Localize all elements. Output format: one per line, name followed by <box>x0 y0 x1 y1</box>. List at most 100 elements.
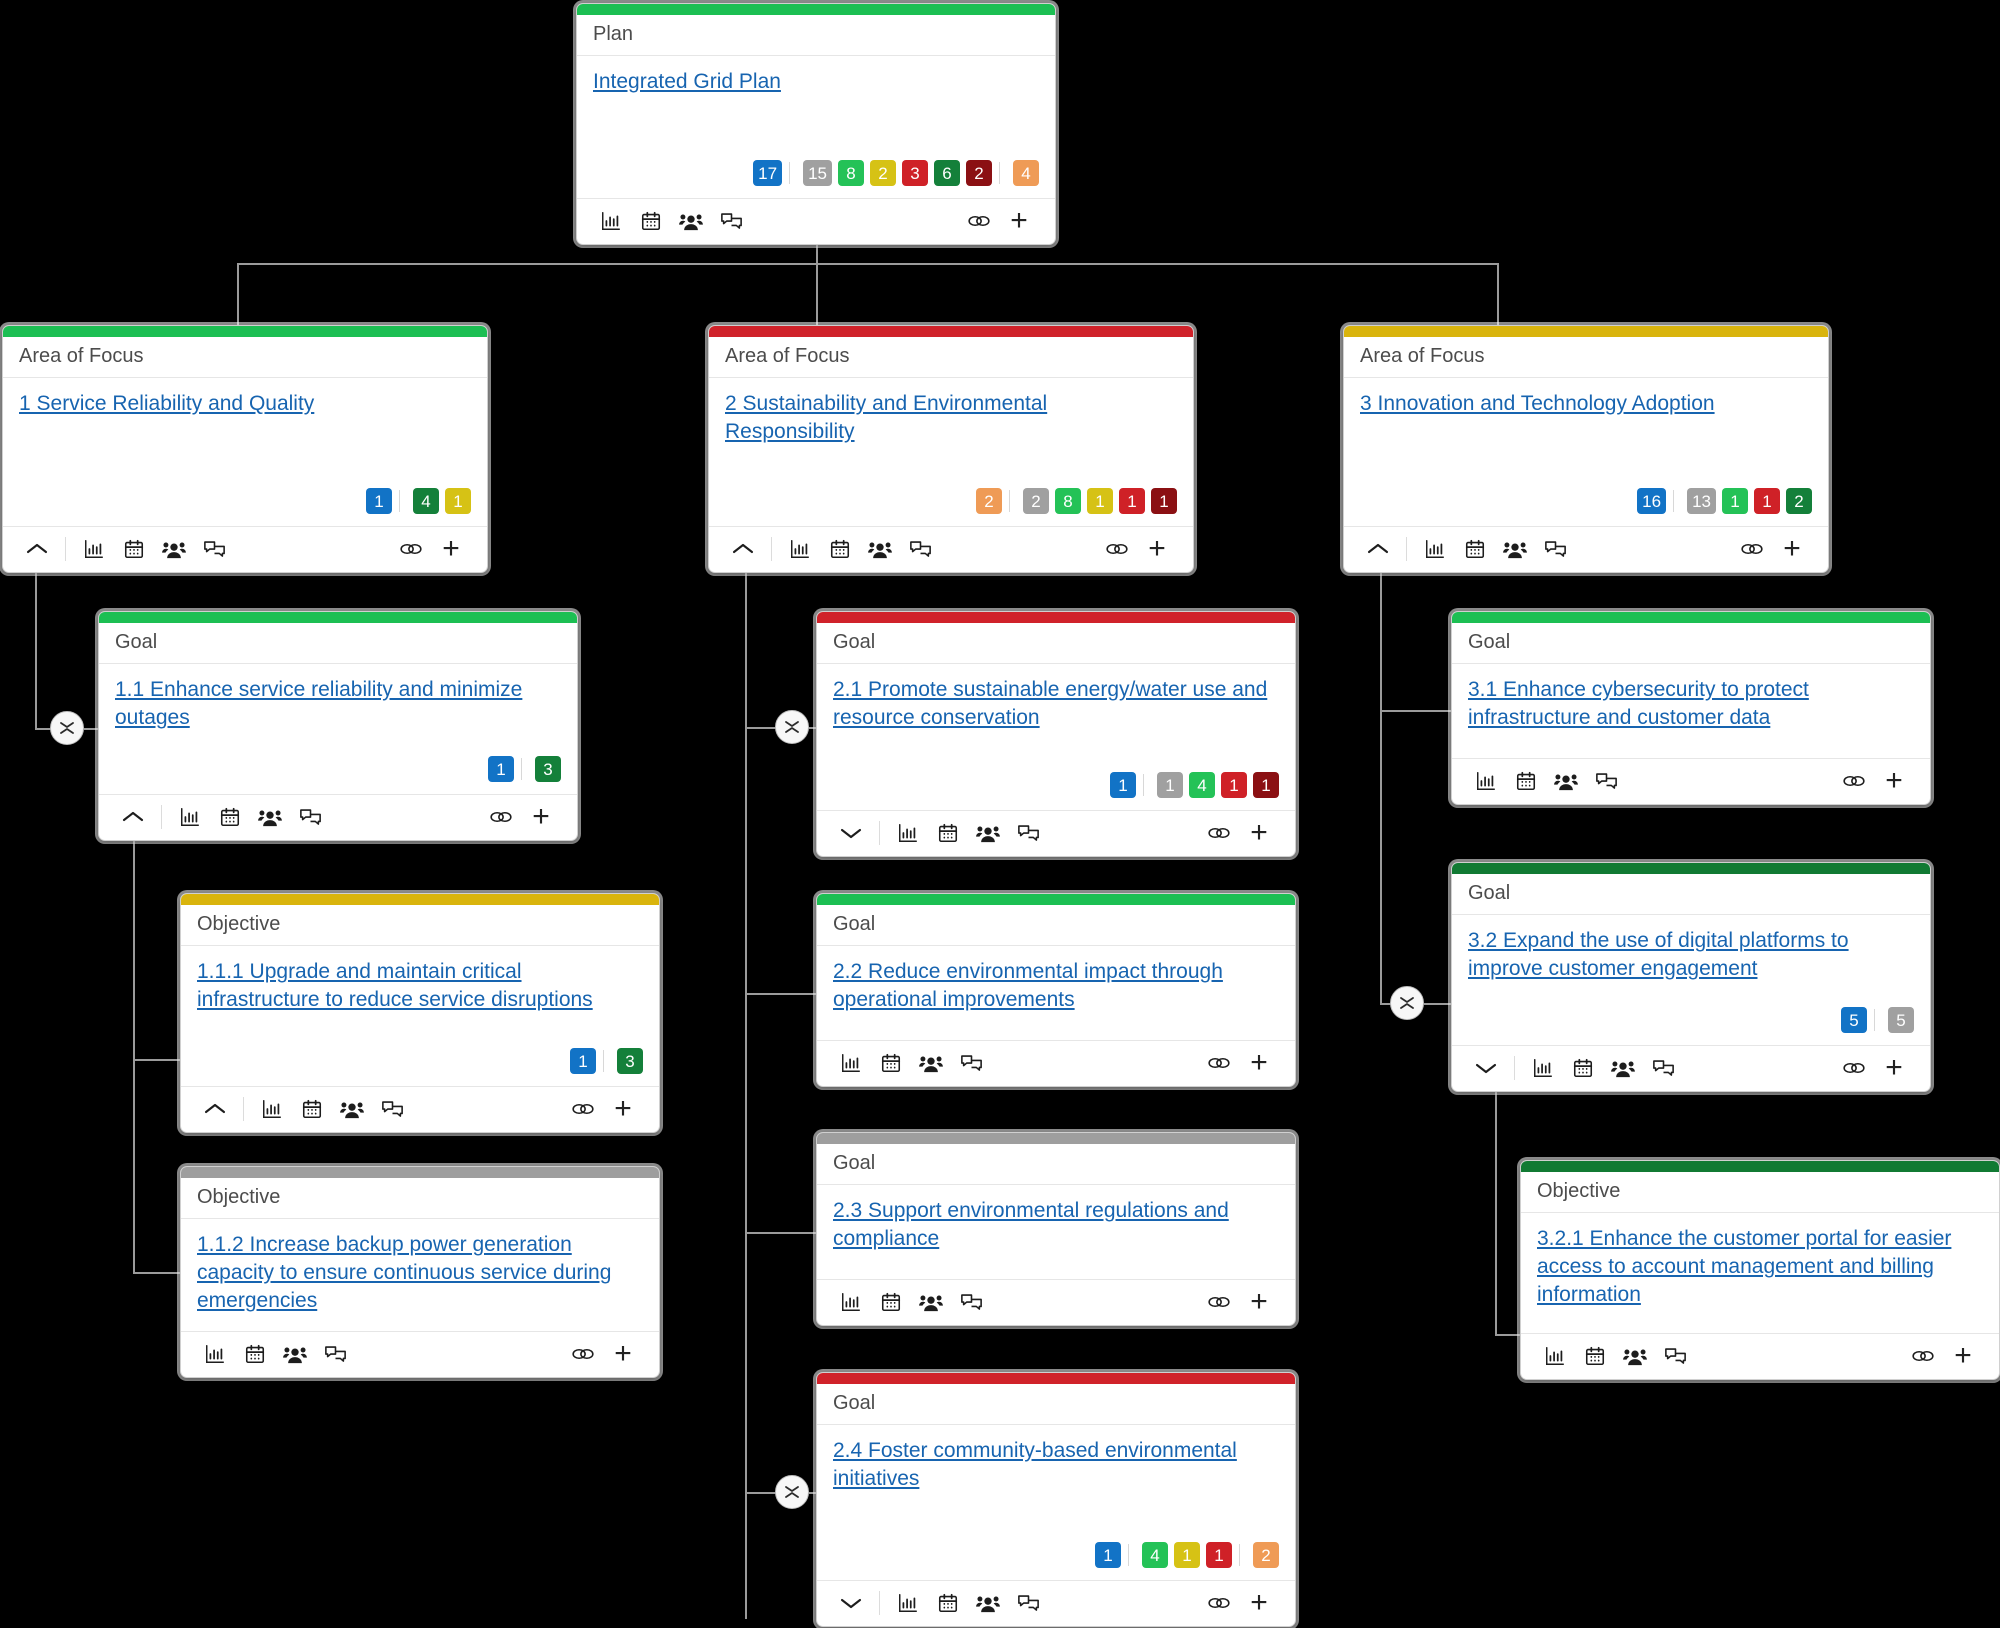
calendar-icon[interactable] <box>631 205 671 237</box>
count-badge[interactable]: 4 <box>1142 1542 1168 1568</box>
node-card-goal32[interactable]: Goal 3.2 Expand the use of digital platfo… <box>1451 862 1931 1092</box>
chat-icon[interactable] <box>194 533 234 565</box>
node-title-link[interactable]: 2.1 Promote sustainable energy/water use… <box>833 676 1279 732</box>
plus-icon[interactable]: + <box>1772 533 1812 565</box>
collapse-chevron-up-icon[interactable] <box>195 1093 235 1125</box>
chat-icon[interactable] <box>900 533 940 565</box>
expand-chevron-down-icon[interactable] <box>831 817 871 849</box>
collapse-toggle-goal32[interactable] <box>1390 986 1424 1020</box>
node-card-obj112[interactable]: Objective 1.1.2 Increase backup power gen… <box>180 1166 660 1378</box>
bar-chart-icon[interactable] <box>888 817 928 849</box>
link-icon[interactable] <box>391 533 431 565</box>
people-icon[interactable] <box>1495 533 1535 565</box>
link-icon[interactable] <box>1834 1052 1874 1084</box>
node-card-goal23[interactable]: Goal 2.3 Support environmental regulation… <box>816 1132 1296 1326</box>
people-icon[interactable] <box>860 533 900 565</box>
people-icon[interactable] <box>275 1338 315 1370</box>
count-badge[interactable]: 1 <box>366 488 392 514</box>
count-badge[interactable]: 2 <box>966 160 992 186</box>
expand-chevron-down-icon[interactable] <box>831 1587 871 1619</box>
link-icon[interactable] <box>481 801 521 833</box>
bar-chart-icon[interactable] <box>780 533 820 565</box>
plus-icon[interactable]: + <box>1137 533 1177 565</box>
count-badge[interactable]: 4 <box>1189 772 1215 798</box>
chat-icon[interactable] <box>711 205 751 237</box>
count-badge[interactable]: 1 <box>1754 488 1780 514</box>
count-badge[interactable]: 13 <box>1687 488 1716 514</box>
collapse-toggle-aof1[interactable] <box>50 711 84 745</box>
bar-chart-icon[interactable] <box>1466 765 1506 797</box>
link-icon[interactable] <box>1732 533 1772 565</box>
count-badge[interactable]: 1 <box>1722 488 1748 514</box>
node-card-goal22[interactable]: Goal 2.2 Reduce environmental impact thro… <box>816 893 1296 1087</box>
collapse-chevron-up-icon[interactable] <box>723 533 763 565</box>
count-badge[interactable]: 5 <box>1841 1007 1867 1033</box>
collapse-chevron-up-icon[interactable] <box>113 801 153 833</box>
count-badge[interactable]: 15 <box>803 160 832 186</box>
node-title-link[interactable]: 3 Innovation and Technology Adoption <box>1360 390 1812 418</box>
people-icon[interactable] <box>1546 765 1586 797</box>
collapse-chevron-up-icon[interactable] <box>1358 533 1398 565</box>
link-icon[interactable] <box>1199 1047 1239 1079</box>
link-icon[interactable] <box>1199 1587 1239 1619</box>
count-badge[interactable]: 1 <box>1151 488 1177 514</box>
count-badge[interactable]: 1 <box>1174 1542 1200 1568</box>
count-badge[interactable]: 16 <box>1637 488 1667 514</box>
count-badge[interactable]: 2 <box>1253 1542 1279 1568</box>
plus-icon[interactable]: + <box>1943 1340 1983 1372</box>
plus-icon[interactable]: + <box>1239 817 1279 849</box>
chat-icon[interactable] <box>1643 1052 1683 1084</box>
calendar-icon[interactable] <box>292 1093 332 1125</box>
node-card-aof1[interactable]: Area of Focus 1 Service Reliability and Q… <box>2 325 488 573</box>
node-title-link[interactable]: 2.4 Foster community-based environmental… <box>833 1437 1279 1493</box>
calendar-icon[interactable] <box>928 1587 968 1619</box>
calendar-icon[interactable] <box>235 1338 275 1370</box>
bar-chart-icon[interactable] <box>1415 533 1455 565</box>
link-icon[interactable] <box>563 1338 603 1370</box>
link-icon[interactable] <box>1199 817 1239 849</box>
chat-icon[interactable] <box>1008 1587 1048 1619</box>
node-title-link[interactable]: 2 Sustainability and Environmental Respo… <box>725 390 1177 446</box>
plus-icon[interactable]: + <box>1239 1587 1279 1619</box>
count-badge[interactable]: 1 <box>1157 772 1183 798</box>
link-icon[interactable] <box>1903 1340 1943 1372</box>
bar-chart-icon[interactable] <box>252 1093 292 1125</box>
collapse-chevron-up-icon[interactable] <box>17 533 57 565</box>
node-card-obj321[interactable]: Objective 3.2.1 Enhance the customer port… <box>1520 1160 2000 1380</box>
people-icon[interactable] <box>332 1093 372 1125</box>
count-badge[interactable]: 2 <box>976 488 1002 514</box>
calendar-icon[interactable] <box>871 1047 911 1079</box>
node-card-goal21[interactable]: Goal 2.1 Promote sustainable energy/water… <box>816 611 1296 857</box>
count-badge[interactable]: 1 <box>445 488 471 514</box>
link-icon[interactable] <box>1097 533 1137 565</box>
count-badge[interactable]: 1 <box>1119 488 1145 514</box>
plus-icon[interactable]: + <box>1239 1286 1279 1318</box>
plus-icon[interactable]: + <box>1874 1052 1914 1084</box>
people-icon[interactable] <box>671 205 711 237</box>
chat-icon[interactable] <box>1586 765 1626 797</box>
plus-icon[interactable]: + <box>603 1093 643 1125</box>
calendar-icon[interactable] <box>871 1286 911 1318</box>
chat-icon[interactable] <box>1535 533 1575 565</box>
count-badge[interactable]: 4 <box>413 488 439 514</box>
node-card-goal24[interactable]: Goal 2.4 Foster community-based environme… <box>816 1372 1296 1627</box>
count-badge[interactable]: 3 <box>617 1048 643 1074</box>
link-icon[interactable] <box>563 1093 603 1125</box>
calendar-icon[interactable] <box>1563 1052 1603 1084</box>
bar-chart-icon[interactable] <box>591 205 631 237</box>
chat-icon[interactable] <box>290 801 330 833</box>
chat-icon[interactable] <box>951 1286 991 1318</box>
calendar-icon[interactable] <box>928 817 968 849</box>
expand-chevron-down-icon[interactable] <box>1466 1052 1506 1084</box>
node-card-aof3[interactable]: Area of Focus 3 Innovation and Technology… <box>1343 325 1829 573</box>
bar-chart-icon[interactable] <box>1535 1340 1575 1372</box>
link-icon[interactable] <box>1199 1286 1239 1318</box>
chat-icon[interactable] <box>1655 1340 1695 1372</box>
count-badge[interactable]: 2 <box>1786 488 1812 514</box>
calendar-icon[interactable] <box>820 533 860 565</box>
count-badge[interactable]: 17 <box>753 160 783 186</box>
count-badge[interactable]: 8 <box>1055 488 1081 514</box>
bar-chart-icon[interactable] <box>1523 1052 1563 1084</box>
chat-icon[interactable] <box>951 1047 991 1079</box>
node-card-goal31[interactable]: Goal 3.1 Enhance cybersecurity to protect… <box>1451 611 1931 805</box>
